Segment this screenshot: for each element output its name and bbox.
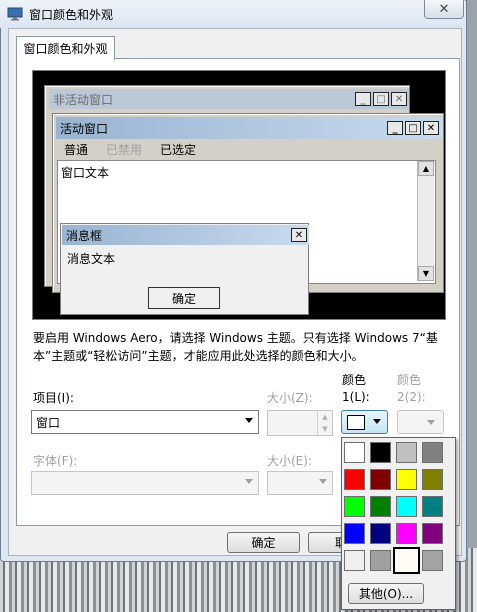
color-swatch[interactable]	[393, 547, 420, 574]
message-box-titlebar[interactable]: 消息框 ✕	[62, 225, 309, 245]
chevron-down-icon	[427, 420, 435, 425]
close-icon: ✕	[391, 92, 407, 106]
preview-scrollbar[interactable]: ▲ ▼	[417, 161, 434, 281]
window-text: 窗口文本	[61, 166, 110, 180]
color1-label-line1: 颜色	[342, 373, 367, 387]
item-select[interactable]: 窗口	[31, 410, 259, 434]
chevron-down-icon	[319, 479, 327, 484]
menu-item-normal[interactable]: 普通	[64, 141, 88, 158]
spinner-arrows-icon[interactable]: ▲ ▼	[317, 411, 332, 435]
preview-menu-bar[interactable]: 普通 已禁用 已选定	[56, 140, 447, 158]
ok-button[interactable]: 确定	[227, 532, 300, 553]
color-swatch[interactable]	[344, 523, 365, 544]
color-swatch[interactable]	[396, 442, 417, 463]
color-swatch[interactable]	[422, 550, 443, 571]
chevron-down-icon	[373, 419, 381, 424]
color-swatch[interactable]	[396, 496, 417, 517]
color1-label: 颜色 1(L):	[342, 372, 370, 406]
font-select[interactable]	[31, 471, 259, 495]
item-select-value: 窗口	[36, 415, 61, 430]
color-swatch[interactable]	[370, 469, 391, 490]
chevron-down-icon	[245, 418, 253, 423]
scroll-up-icon[interactable]: ▲	[418, 161, 434, 176]
font-label: 字体(F):	[33, 454, 78, 468]
item-label: 项目(I):	[33, 391, 74, 405]
color1-dropdown[interactable]	[341, 410, 388, 434]
maximize-icon: □	[373, 92, 389, 106]
close-button[interactable]: ✕	[424, 0, 464, 19]
color-swatch[interactable]	[422, 496, 443, 517]
display-settings-icon	[7, 7, 23, 21]
maximize-icon: □	[405, 121, 421, 135]
color-swatch[interactable]	[422, 442, 443, 463]
color-swatch[interactable]	[396, 469, 417, 490]
message-text: 消息文本	[67, 252, 116, 266]
font-size-select[interactable]	[267, 471, 333, 495]
color-swatch[interactable]	[344, 550, 365, 571]
color-swatch[interactable]	[370, 523, 391, 544]
color-swatch[interactable]	[344, 469, 365, 490]
menu-item-disabled[interactable]: 已禁用	[106, 141, 142, 158]
color-swatch[interactable]	[422, 523, 443, 544]
font-size-label: 大小(E):	[267, 454, 312, 468]
chevron-down-icon	[245, 479, 253, 484]
message-box-title: 消息框	[66, 228, 103, 243]
color-swatch[interactable]	[396, 523, 417, 544]
inactive-window-titlebar[interactable]: 非活动窗口 _ □ ✕	[49, 89, 409, 109]
window-title: 窗口颜色和外观	[29, 8, 114, 22]
color-swatch[interactable]	[422, 469, 443, 490]
color2-dropdown[interactable]	[397, 410, 444, 434]
color1-label-line2: 1(L):	[342, 390, 370, 404]
color2-label: 颜色 2(2):	[397, 372, 426, 406]
active-window-titlebar[interactable]: 活动窗口 _ □ ✕	[56, 117, 443, 139]
color-swatch[interactable]	[344, 496, 365, 517]
tab-window-color[interactable]: 窗口颜色和外观	[16, 36, 115, 60]
inactive-window-title: 非活动窗口	[53, 92, 114, 107]
color-swatch[interactable]	[370, 550, 391, 571]
close-icon: ✕	[423, 121, 439, 135]
color-swatch[interactable]	[344, 442, 365, 463]
size-label: 大小(Z):	[267, 391, 313, 405]
color-swatch[interactable]	[370, 496, 391, 517]
other-colors-button[interactable]: 其他(O)...	[348, 583, 424, 604]
color1-swatch	[347, 415, 365, 430]
close-icon: ✕	[291, 228, 307, 242]
minimize-icon: _	[355, 92, 371, 106]
aero-info-text: 要启用 Windows Aero，请选择 Windows 主题。只有选择 Win…	[33, 331, 438, 363]
menu-item-selected[interactable]: 已选定	[160, 141, 196, 158]
color-swatch[interactable]	[370, 442, 391, 463]
size-spinner[interactable]: ▲ ▼	[267, 410, 333, 436]
active-window-title: 活动窗口	[60, 121, 109, 136]
minimize-icon: _	[387, 121, 403, 135]
color2-label-line2: 2(2):	[397, 390, 426, 404]
preview-ok-button[interactable]: 确定	[148, 287, 220, 309]
color2-label-line1: 颜色	[397, 373, 422, 387]
scroll-down-icon[interactable]: ▼	[418, 266, 434, 281]
close-icon: ✕	[438, 1, 450, 17]
